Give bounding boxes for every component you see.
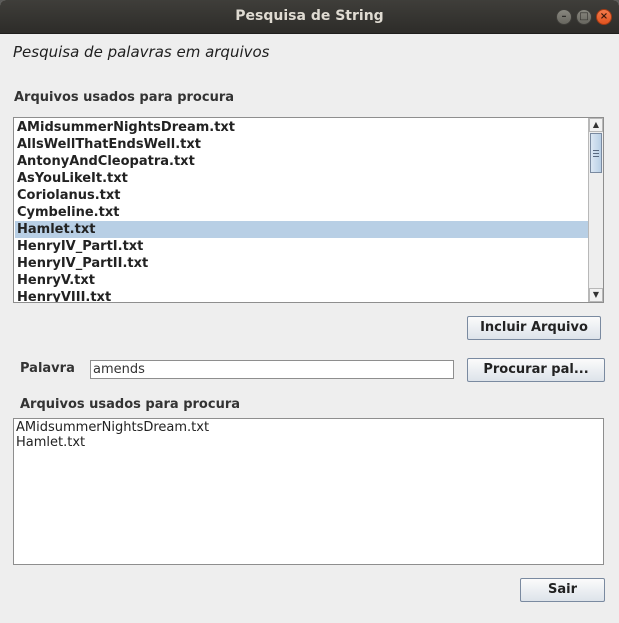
result-line: AMidsummerNightsDream.txt [16, 420, 210, 435]
page-heading: Pesquisa de palavras em arquivos [13, 43, 270, 61]
files-list[interactable]: AMidsummerNightsDream.txt AllsWellThatEn… [13, 117, 604, 303]
scroll-thumb[interactable] [590, 133, 602, 173]
list-item[interactable]: Coriolanus.txt [15, 187, 588, 204]
window-title: Pesquisa de String [235, 8, 384, 24]
list-item[interactable]: AllsWellThatEndsWell.txt [15, 136, 588, 153]
grip-line [593, 150, 599, 151]
scroll-down-icon[interactable]: ▼ [589, 288, 603, 302]
list-item-selected[interactable]: Hamlet.txt [15, 221, 588, 238]
minimize-icon[interactable]: – [556, 9, 572, 25]
exit-button[interactable]: Sair [520, 578, 605, 602]
grip-line [593, 156, 599, 157]
list-item[interactable]: Cymbeline.txt [15, 204, 588, 221]
title-bar[interactable]: Pesquisa de String – □ × [0, 0, 619, 34]
scroll-up-icon[interactable]: ▲ [589, 118, 603, 132]
files-list-scrollbar[interactable]: ▲ ▼ [588, 118, 603, 302]
files-section-label: Arquivos usados para procura [14, 90, 235, 105]
word-label: Palavra [20, 361, 75, 376]
list-item[interactable]: AntonyAndCleopatra.txt [15, 153, 588, 170]
grip-line [593, 153, 599, 154]
list-item[interactable]: AsYouLikeIt.txt [15, 170, 588, 187]
search-word-button[interactable]: Procurar pal... [467, 358, 605, 382]
results-textarea[interactable]: AMidsummerNightsDream.txt Hamlet.txt [13, 418, 604, 565]
result-line: Hamlet.txt [16, 435, 86, 450]
list-item[interactable]: HenryVIII.txt [15, 289, 588, 302]
list-item[interactable]: HenryIV_PartI.txt [15, 238, 588, 255]
close-icon[interactable]: × [596, 9, 612, 25]
results-section-label: Arquivos usados para procura [20, 397, 241, 412]
list-item[interactable]: HenryIV_PartII.txt [15, 255, 588, 272]
list-item[interactable]: HenryV.txt [15, 272, 588, 289]
include-file-button[interactable]: Incluir Arquivo [467, 316, 601, 340]
list-item[interactable]: AMidsummerNightsDream.txt [15, 119, 588, 136]
word-input[interactable]: amends [90, 360, 454, 379]
maximize-icon[interactable]: □ [576, 9, 592, 25]
app-window: Pesquisa de String – □ × Pesquisa de pal… [0, 0, 619, 623]
